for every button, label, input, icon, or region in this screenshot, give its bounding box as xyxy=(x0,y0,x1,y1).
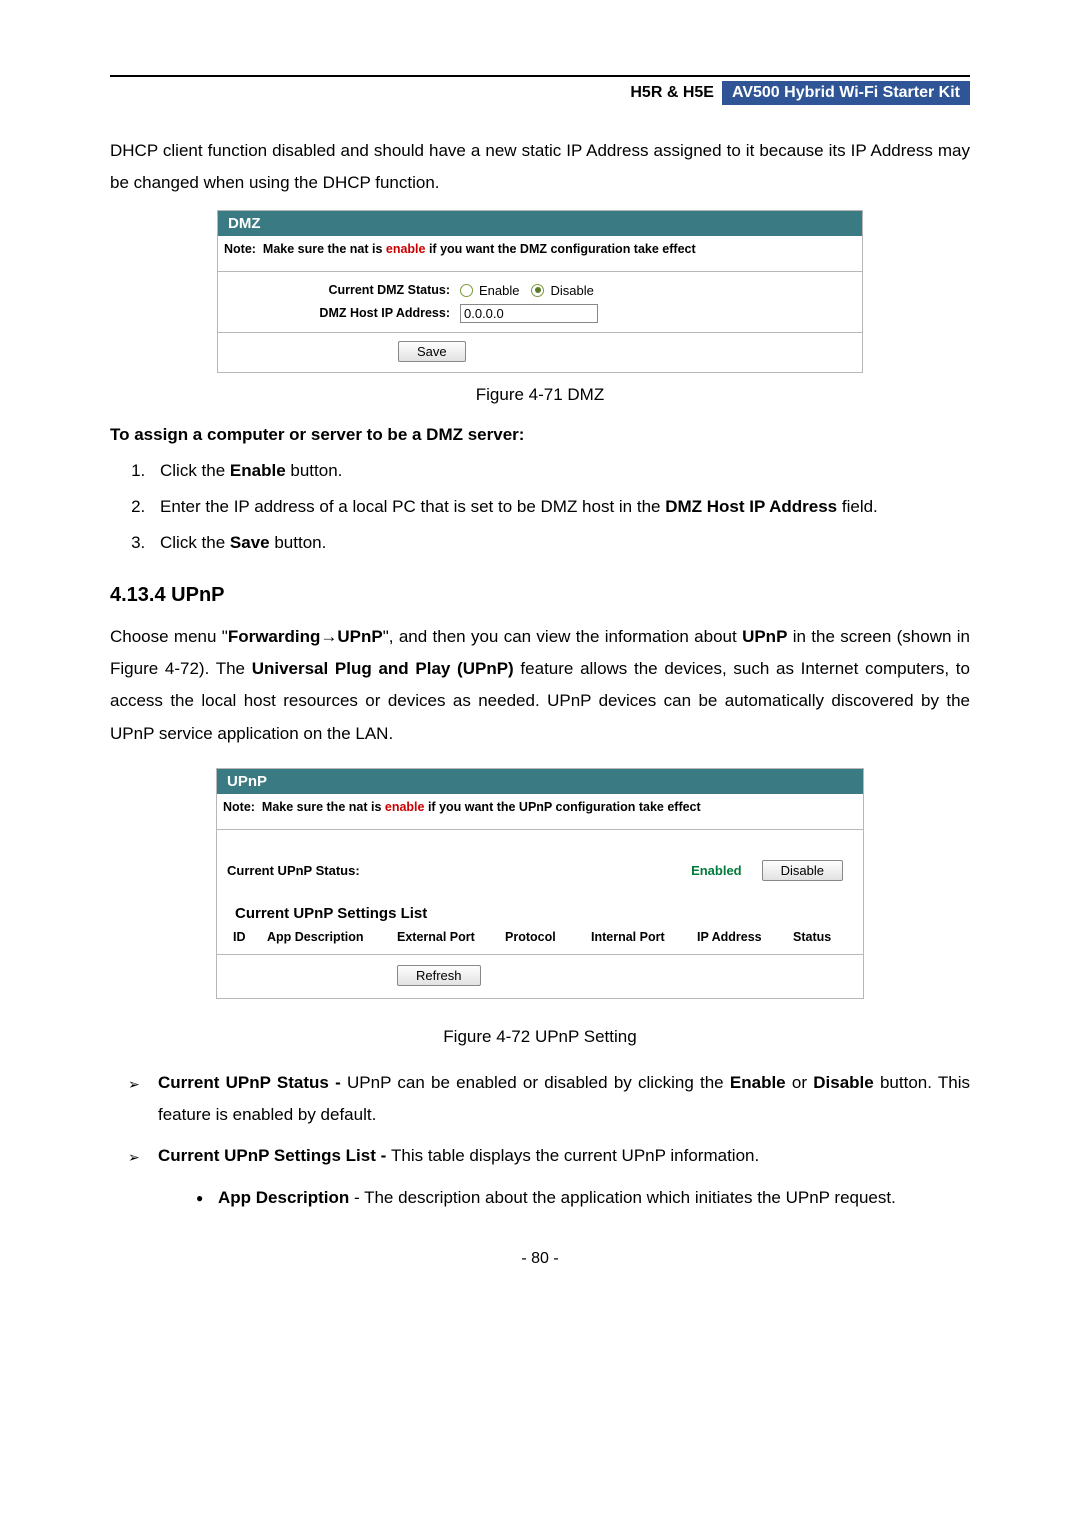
header-rule xyxy=(110,75,970,77)
upnp-status-value: Enabled xyxy=(691,863,742,878)
section-4-13-4-heading: 4.13.4 UPnP xyxy=(110,584,970,607)
steps-list: Click the Enable button. Enter the IP ad… xyxy=(110,455,970,560)
dmz-disable-label: Disable xyxy=(550,283,593,298)
upnp-note-enable: enable xyxy=(385,800,425,814)
th-external-port: External Port xyxy=(397,930,505,944)
dmz-ip-label: DMZ Host IP Address: xyxy=(218,306,460,320)
upnp-panel: UPnP Note: Make sure the nat is enable i… xyxy=(216,768,864,999)
upnp-paragraph: Choose menu "Forwarding→UPnP", and then … xyxy=(110,621,970,750)
assign-heading: To assign a computer or server to be a D… xyxy=(110,425,970,445)
dmz-panel-title: DMZ xyxy=(218,211,862,236)
dmz-note-mid1: Make sure the nat is xyxy=(263,242,386,256)
th-ip-address: IP Address xyxy=(697,930,793,944)
upnp-note-mid1: Make sure the nat is xyxy=(262,800,385,814)
upnp-disable-button[interactable]: Disable xyxy=(762,860,843,881)
step-1: Click the Enable button. xyxy=(150,455,970,487)
dmz-note-prefix: Note: xyxy=(224,242,256,256)
upnp-note-prefix: Note: xyxy=(223,800,255,814)
dmz-ip-input[interactable]: 0.0.0.0 xyxy=(460,304,598,323)
upnp-refresh-button[interactable]: Refresh xyxy=(397,965,481,986)
dmz-panel: DMZ Note: Make sure the nat is enable if… xyxy=(217,210,863,373)
header-bar: H5R & H5EAV500 Hybrid Wi-Fi Starter Kit xyxy=(110,81,970,105)
dmz-note-enable: enable xyxy=(386,242,426,256)
dmz-save-button[interactable]: Save xyxy=(398,341,466,362)
figure-71-caption: Figure 4-71 DMZ xyxy=(110,385,970,405)
step-2: Enter the IP address of a local PC that … xyxy=(150,491,970,523)
intro-paragraph: DHCP client function disabled and should… xyxy=(110,135,970,200)
header-product: AV500 Hybrid Wi-Fi Starter Kit xyxy=(722,81,970,105)
th-internal-port: Internal Port xyxy=(591,930,697,944)
upnp-list-title: Current UPnP Settings List xyxy=(217,905,863,928)
dmz-note: Note: Make sure the nat is enable if you… xyxy=(218,236,862,271)
sub-bullet-app-description: App Description - The description about … xyxy=(202,1182,970,1214)
dmz-enable-label: Enable xyxy=(479,283,519,298)
th-protocol: Protocol xyxy=(505,930,591,944)
header-model: H5R & H5E xyxy=(622,81,722,105)
upnp-table-headers: ID App Description External Port Protoco… xyxy=(217,928,863,954)
bullet-upnp-status: Current UPnP Status - UPnP can be enable… xyxy=(138,1067,970,1132)
step-3: Click the Save button. xyxy=(150,527,970,559)
upnp-note-mid2: if you want the UPnP configuration take … xyxy=(424,800,700,814)
figure-72-caption: Figure 4-72 UPnP Setting xyxy=(110,1027,970,1047)
dmz-note-mid2: if you want the DMZ configuration take e… xyxy=(425,242,695,256)
page-number: - 80 - xyxy=(110,1250,970,1268)
th-app-description: App Description xyxy=(267,930,397,944)
th-status: Status xyxy=(793,930,853,944)
bullet-upnp-settings-list: Current UPnP Settings List - This table … xyxy=(138,1140,970,1215)
th-id: ID xyxy=(233,930,267,944)
dmz-disable-radio[interactable] xyxy=(531,284,544,297)
dmz-enable-radio[interactable] xyxy=(460,284,473,297)
dmz-status-label: Current DMZ Status: xyxy=(218,283,460,297)
upnp-panel-title: UPnP xyxy=(217,769,863,794)
upnp-status-label: Current UPnP Status: xyxy=(227,863,360,878)
upnp-description-list: Current UPnP Status - UPnP can be enable… xyxy=(110,1067,970,1214)
upnp-note: Note: Make sure the nat is enable if you… xyxy=(217,794,863,829)
